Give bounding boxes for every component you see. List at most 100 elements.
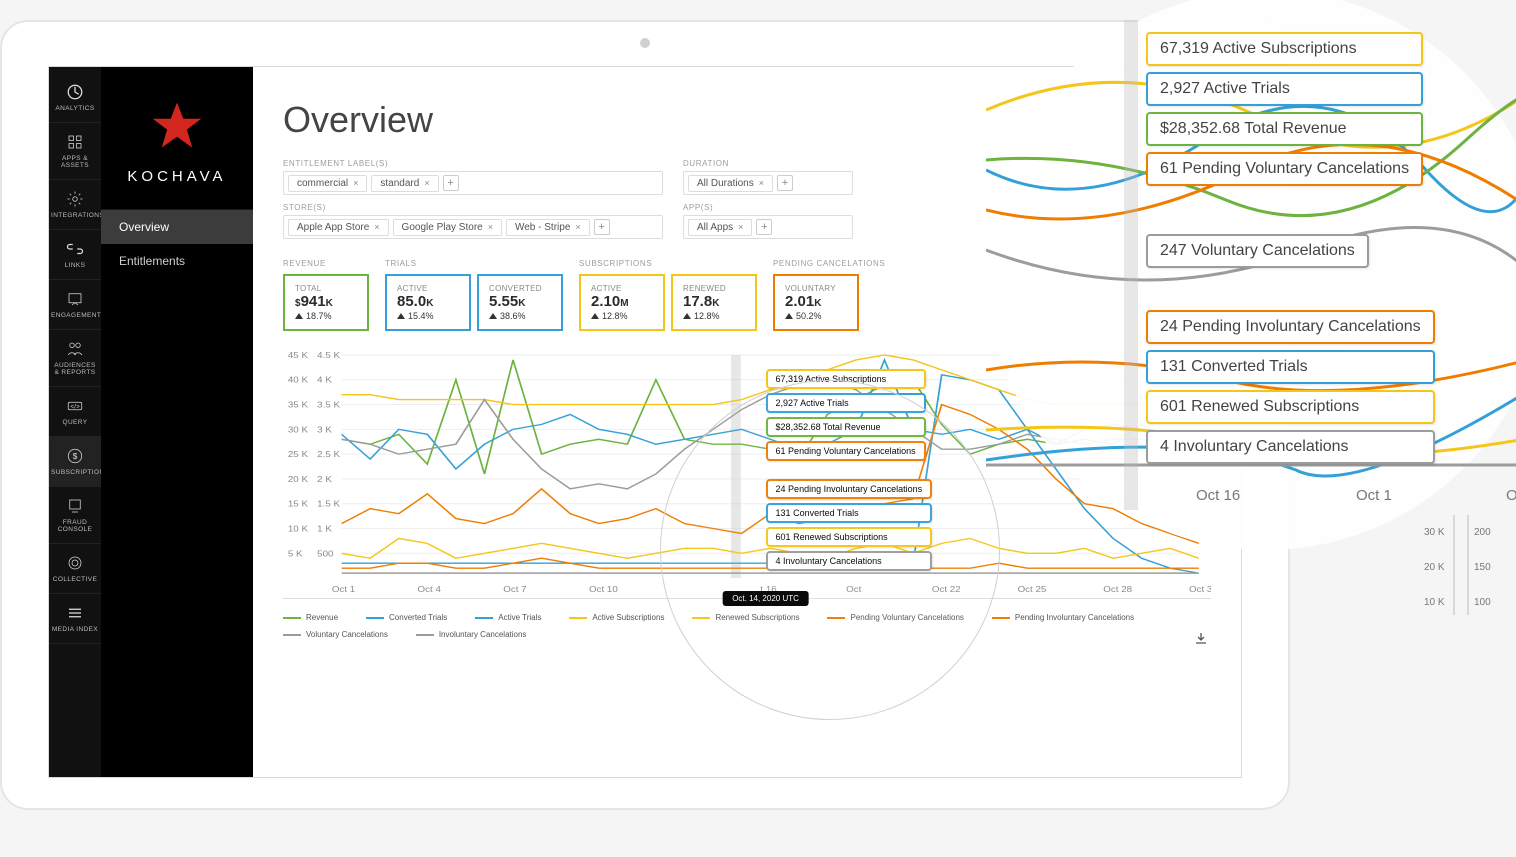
svg-text:10 K: 10 K	[288, 524, 308, 533]
entitlement-label: ENTITLEMENT LABEL(S)	[283, 159, 663, 168]
star-logo-icon	[150, 99, 204, 153]
section-pending-cancelations: PENDING CANCELATIONSVOLUNTARY2.01K50.2%	[773, 259, 885, 331]
zoom-tip: 247 Voluntary Cancelations	[1146, 234, 1369, 268]
svg-text:20 K: 20 K	[1424, 562, 1445, 573]
metric-card-active[interactable]: ACTIVE85.0K15.4%	[385, 274, 471, 331]
analytics-icon	[51, 83, 99, 101]
chip-remove-icon[interactable]: ×	[353, 178, 358, 188]
svg-text:1.5 K: 1.5 K	[317, 500, 340, 509]
legend-item[interactable]: Active Trials	[475, 610, 541, 625]
svg-text:2 K: 2 K	[317, 475, 332, 484]
chip-remove-icon[interactable]: ×	[738, 222, 743, 232]
section-label: REVENUE	[283, 259, 369, 268]
svg-text:1 K: 1 K	[317, 524, 332, 533]
rail-fraud-console[interactable]: FRAUD CONSOLE	[49, 487, 101, 544]
chip-remove-icon[interactable]: ×	[424, 178, 429, 188]
zoom-tip: 4 Involuntary Cancelations	[1146, 430, 1435, 464]
svg-text:200: 200	[1474, 527, 1491, 538]
rail-analytics[interactable]: ANALYTICS	[49, 73, 101, 123]
chip-apple-app-store[interactable]: Apple App Store×	[288, 219, 389, 236]
metric-card-voluntary[interactable]: VOLUNTARY2.01K50.2%	[773, 274, 859, 331]
brand: KOCHAVA	[101, 67, 253, 210]
camera-dot	[640, 38, 650, 48]
download-icon[interactable]	[1195, 632, 1207, 650]
media-index-icon	[51, 604, 99, 622]
chip-standard[interactable]: standard×	[371, 175, 438, 192]
chip-commercial[interactable]: commercial×	[288, 175, 367, 192]
metric-card-total[interactable]: TOTAL$941K18.7%	[283, 274, 369, 331]
rail-media-index[interactable]: MEDIA INDEX	[49, 594, 101, 644]
svg-text:15 K: 15 K	[288, 500, 308, 509]
legend-item[interactable]: Involuntary Cancelations	[416, 627, 527, 642]
legend-item[interactable]: Active Subscriptions	[569, 610, 664, 625]
svg-text:35 K: 35 K	[288, 400, 308, 409]
engagement-icon	[51, 290, 99, 308]
svg-text:30 K: 30 K	[288, 425, 308, 434]
svg-text:4.5 K: 4.5 K	[317, 351, 340, 360]
sidenav-overview[interactable]: Overview	[101, 210, 253, 244]
rail-links[interactable]: LINKS	[49, 230, 101, 280]
links-icon	[51, 240, 99, 258]
chip-google-play-store[interactable]: Google Play Store×	[393, 219, 502, 236]
legend-item[interactable]: Converted Trials	[366, 610, 447, 625]
collective-icon	[51, 554, 99, 572]
zoom-tip: 61 Pending Voluntary Cancelations	[1146, 152, 1423, 186]
duration-chipbar[interactable]: All Durations×+	[683, 171, 853, 195]
svg-text:Oct 1: Oct 1	[1356, 487, 1392, 504]
svg-text:20 K: 20 K	[288, 475, 308, 484]
chip-all-apps[interactable]: All Apps×	[688, 219, 752, 236]
metric-card-converted[interactable]: CONVERTED5.55K38.6%	[477, 274, 563, 331]
store-label: STORE(S)	[283, 203, 663, 212]
rail-engagement[interactable]: ENGAGEMENT	[49, 280, 101, 330]
entitlement-chipbar[interactable]: commercial×standard× +	[283, 171, 663, 195]
store-chipbar[interactable]: Apple App Store×Google Play Store×Web - …	[283, 215, 663, 239]
sidenav-entitlements[interactable]: Entitlements	[101, 244, 253, 278]
svg-text:$: $	[73, 452, 78, 461]
legend-item[interactable]: Voluntary Cancelations	[283, 627, 388, 642]
chip-add-button[interactable]: +	[443, 175, 459, 191]
svg-text:Oct 10: Oct 10	[589, 585, 618, 594]
apps-chipbar[interactable]: All Apps×+	[683, 215, 853, 239]
metric-card-active[interactable]: ACTIVE2.10M12.8%	[579, 274, 665, 331]
svg-text:5 K: 5 K	[288, 549, 303, 558]
chip-remove-icon[interactable]: ×	[575, 222, 580, 232]
rail-query[interactable]: </>QUERY	[49, 387, 101, 437]
rail-integrations[interactable]: INTEGRATIONS	[49, 180, 101, 230]
chip-add-button[interactable]: +	[756, 219, 772, 235]
audiences-reports-icon	[51, 340, 99, 358]
svg-text:3 K: 3 K	[317, 425, 332, 434]
svg-text:25 K: 25 K	[288, 450, 308, 459]
rail-apps-assets[interactable]: APPS & ASSETS	[49, 123, 101, 180]
legend-item[interactable]: Revenue	[283, 610, 338, 625]
svg-text:Oct 16: Oct 16	[1196, 487, 1240, 504]
zoom-tip: 24 Pending Involuntary Cancelations	[1146, 310, 1435, 344]
magnifier-ring	[660, 380, 1000, 720]
legend-item[interactable]: Pending Involuntary Cancelations	[992, 610, 1134, 625]
chip-add-button[interactable]: +	[594, 219, 610, 235]
svg-text:150: 150	[1474, 562, 1491, 573]
zoom-tip: $28,352.68 Total Revenue	[1146, 112, 1423, 146]
zoom-tip: 2,927 Active Trials	[1146, 72, 1423, 106]
svg-text:40 K: 40 K	[288, 376, 308, 385]
duration-label: DURATION	[683, 159, 853, 168]
svg-text:Oct 1: Oct 1	[332, 585, 355, 594]
section-label: SUBSCRIPTIONS	[579, 259, 757, 268]
zoom-callout: Oct 16 Oct 1 O 67,319 Active Subscriptio…	[986, 0, 1516, 550]
chip-web-stripe[interactable]: Web - Stripe×	[506, 219, 590, 236]
integrations-icon	[51, 190, 99, 208]
metric-card-renewed[interactable]: RENEWED17.8K12.8%	[671, 274, 757, 331]
svg-text:Oct 25: Oct 25	[1018, 585, 1047, 594]
rail-collective[interactable]: COLLECTIVE	[49, 544, 101, 594]
chip-add-button[interactable]: +	[777, 175, 793, 191]
chip-remove-icon[interactable]: ×	[759, 178, 764, 188]
svg-text:4 K: 4 K	[317, 376, 332, 385]
chip-remove-icon[interactable]: ×	[374, 222, 379, 232]
nav-rail: ANALYTICSAPPS & ASSETSINTEGRATIONSLINKSE…	[49, 67, 101, 777]
rail-audiences-reports[interactable]: AUDIENCES & REPORTS	[49, 330, 101, 387]
chip-remove-icon[interactable]: ×	[488, 222, 493, 232]
svg-text:Oct 28: Oct 28	[1103, 585, 1132, 594]
svg-text:</>: </>	[71, 404, 81, 410]
chip-all-durations[interactable]: All Durations×	[688, 175, 773, 192]
section-label: TRIALS	[385, 259, 563, 268]
rail-subscriptions[interactable]: $SUBSCRIPTIONS	[49, 437, 101, 487]
